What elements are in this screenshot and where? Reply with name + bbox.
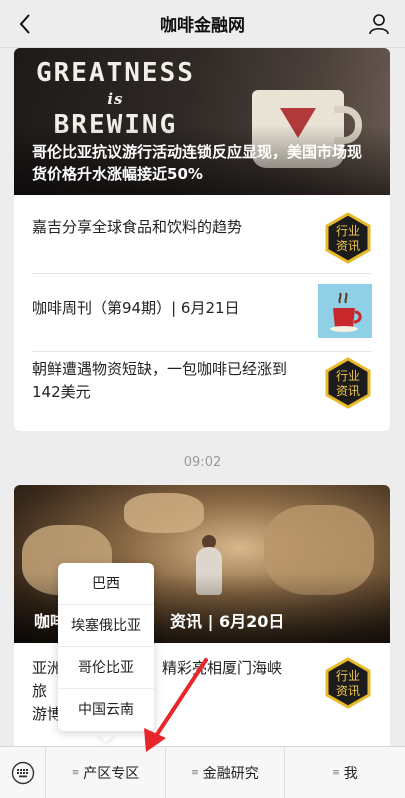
page-title: 咖啡金融网 <box>160 16 245 36</box>
svg-text:资讯: 资讯 <box>336 684 360 698</box>
message-timestamp: 09:02 <box>183 455 222 470</box>
menu-tab-producing-regions[interactable]: ≡ 产区专区 <box>46 746 166 798</box>
list-item[interactable]: 朝鲜遭遇物资短缺，一包咖啡已经涨到142美元 <box>32 358 372 404</box>
submenu-item-ethiopia[interactable]: 埃塞俄比亚 <box>58 605 154 647</box>
industry-news-badge-icon: 行业 资讯 <box>325 657 371 709</box>
region-submenu: 巴西 埃塞俄比亚 哥伦比亚 中国云南 <box>58 563 154 731</box>
industry-news-badge-icon: 行业 资讯 <box>325 212 371 264</box>
article-thumbnail <box>318 284 372 338</box>
svg-text:行业: 行业 <box>336 369 360 383</box>
svg-text:行业: 行业 <box>336 669 360 683</box>
divider <box>32 273 372 274</box>
user-icon <box>369 14 389 35</box>
article-card: GREATNESS is BREWING 哥伦比亚抗议游行活动连锁反应显现，美国… <box>14 48 390 431</box>
svg-text:资讯: 资讯 <box>336 384 360 398</box>
divider <box>32 351 372 352</box>
list-item-title: 朝鲜遭遇物资短缺，一包咖啡已经涨到142美元 <box>32 360 288 401</box>
svg-text:资讯: 资讯 <box>336 239 360 253</box>
hero-article[interactable]: GREATNESS is BREWING 哥伦比亚抗议游行活动连锁反应显现，美国… <box>14 48 390 195</box>
menu-tab-financial-research[interactable]: ≡ 金融研究 <box>166 746 285 798</box>
chevron-left-icon <box>19 14 30 34</box>
submenu-item-yunnan[interactable]: 中国云南 <box>58 689 154 731</box>
menu-tab-me[interactable]: ≡ 我 <box>285 747 405 798</box>
submenu-item-brazil[interactable]: 巴西 <box>58 563 154 605</box>
submenu-item-colombia[interactable]: 哥伦比亚 <box>58 647 154 689</box>
back-button[interactable] <box>14 12 36 36</box>
industry-news-badge-icon: 行业 资讯 <box>325 357 371 409</box>
coffee-sacks-graphic <box>124 493 204 533</box>
hero-caption: 哥伦比亚抗议游行活动连锁反应显现，美国市场现货价格升水涨幅接近50% <box>32 143 363 183</box>
keyboard-toggle-button[interactable] <box>0 746 46 798</box>
keyboard-icon <box>11 761 34 784</box>
list-item[interactable]: 嘉吉分享全球食品和饮料的趋势 <box>32 216 372 239</box>
list-item-title: 咖啡周刊（第94期）| 6月21日 <box>32 299 240 317</box>
svg-text:行业: 行业 <box>336 224 360 238</box>
bottom-menu-bar: ≡ 产区专区 ≡ 金融研究 ≡ 我 <box>0 746 405 798</box>
profile-button[interactable] <box>367 12 391 36</box>
menu-icon: ≡ <box>191 767 199 778</box>
coffee-cup-icon <box>318 284 372 338</box>
menu-icon: ≡ <box>71 767 80 778</box>
list-item-title: 嘉吉分享全球食品和饮料的趋势 <box>32 218 243 236</box>
top-nav-bar: 咖啡金融网 <box>0 0 405 48</box>
menu-icon: ≡ <box>332 767 340 778</box>
